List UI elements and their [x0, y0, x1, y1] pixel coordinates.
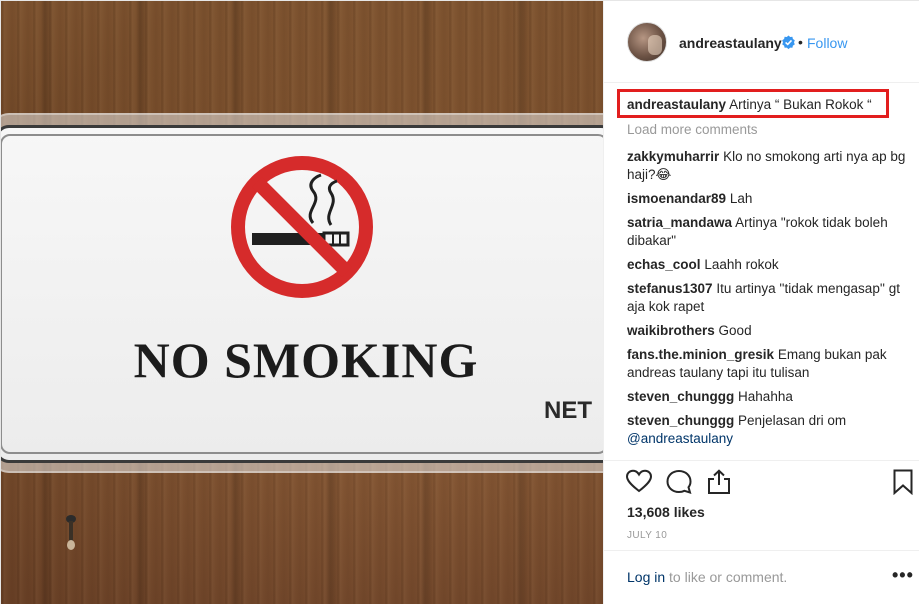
sign-brand-text: NET: [544, 397, 592, 424]
sign-text: NO SMOKING: [133, 332, 479, 388]
post-date[interactable]: JULY 10: [627, 530, 667, 541]
comment-item: steven_chunggg Hahahha: [627, 388, 912, 406]
comment-username[interactable]: fans.the.minion_gresik: [627, 347, 774, 362]
login-prompt-text: to like or comment.: [665, 569, 788, 585]
comment-username[interactable]: stefanus1307: [627, 281, 713, 296]
login-prompt: Log in to like or comment.: [627, 569, 787, 585]
wall-screw: [66, 515, 76, 550]
login-link[interactable]: Log in: [627, 569, 665, 585]
share-icon[interactable]: [706, 469, 732, 495]
comment-text: Hahahha: [738, 389, 793, 404]
caption-username[interactable]: andreastaulany: [627, 97, 726, 112]
post-side-panel: andreastaulany • Follow andreastaulany A…: [603, 1, 919, 604]
comment-item: echas_cool Laahh rokok: [627, 256, 912, 274]
comment-item: satria_mandawa Artinya "rokok tidak bole…: [627, 214, 912, 250]
likes-count[interactable]: 13,608 likes: [627, 504, 705, 520]
comment-username[interactable]: satria_mandawa: [627, 215, 732, 230]
no-smoking-icon: [231, 156, 373, 298]
ellipsis-icon[interactable]: •••: [892, 565, 914, 586]
caption-text: Artinya “ Bukan Rokok “: [729, 97, 872, 112]
avatar[interactable]: [627, 22, 667, 62]
comment-username[interactable]: zakkymuharrir: [627, 149, 719, 164]
comment-username[interactable]: steven_chunggg: [627, 389, 734, 404]
bookmark-icon[interactable]: [890, 469, 916, 495]
load-more-comments-button[interactable]: Load more comments: [627, 122, 758, 137]
comment-item: ismoenandar89 Lah: [627, 190, 912, 208]
comment-text: Penjelasan dri om: [738, 413, 847, 428]
comment-mention-link[interactable]: @andreastaulany: [627, 431, 733, 446]
comment-username[interactable]: waikibrothers: [627, 323, 715, 338]
comment-username[interactable]: ismoenandar89: [627, 191, 726, 206]
comments-section[interactable]: andreastaulany Artinya “ Bukan Rokok “ L…: [604, 84, 919, 460]
header-username[interactable]: andreastaulany: [679, 35, 782, 51]
instagram-post: NO SMOKING NET andreastaulany • Follow a…: [0, 0, 919, 604]
comment-item: steven_chunggg Penjelasan dri om @andrea…: [627, 412, 912, 448]
comment-item: waikibrothers Good: [627, 322, 912, 340]
comment-text: Laahh rokok: [704, 257, 779, 272]
header-separator: •: [798, 34, 803, 50]
comment-item: zakkymuharrir Klo no smokong arti nya ap…: [627, 148, 912, 184]
comment-text: Good: [718, 323, 752, 338]
comment-item: fans.the.minion_gresik Emang bukan pak a…: [627, 346, 912, 382]
heart-icon[interactable]: [626, 469, 652, 495]
post-footer: Log in to like or comment. •••: [604, 550, 919, 604]
speech-bubble-icon[interactable]: [666, 469, 692, 495]
comment-username[interactable]: steven_chunggg: [627, 413, 734, 428]
post-photo[interactable]: NO SMOKING NET: [1, 1, 603, 604]
comment-list: zakkymuharrir Klo no smokong arti nya ap…: [627, 148, 912, 454]
verified-badge-icon: [782, 35, 795, 50]
comment-username[interactable]: echas_cool: [627, 257, 701, 272]
post-header: andreastaulany • Follow: [604, 1, 919, 83]
comment-text: Lah: [729, 191, 753, 206]
post-caption: andreastaulany Artinya “ Bukan Rokok “: [627, 96, 872, 113]
follow-button[interactable]: Follow: [807, 35, 847, 51]
comment-item: stefanus1307 Itu artinya ''tidak mengasa…: [627, 280, 912, 316]
